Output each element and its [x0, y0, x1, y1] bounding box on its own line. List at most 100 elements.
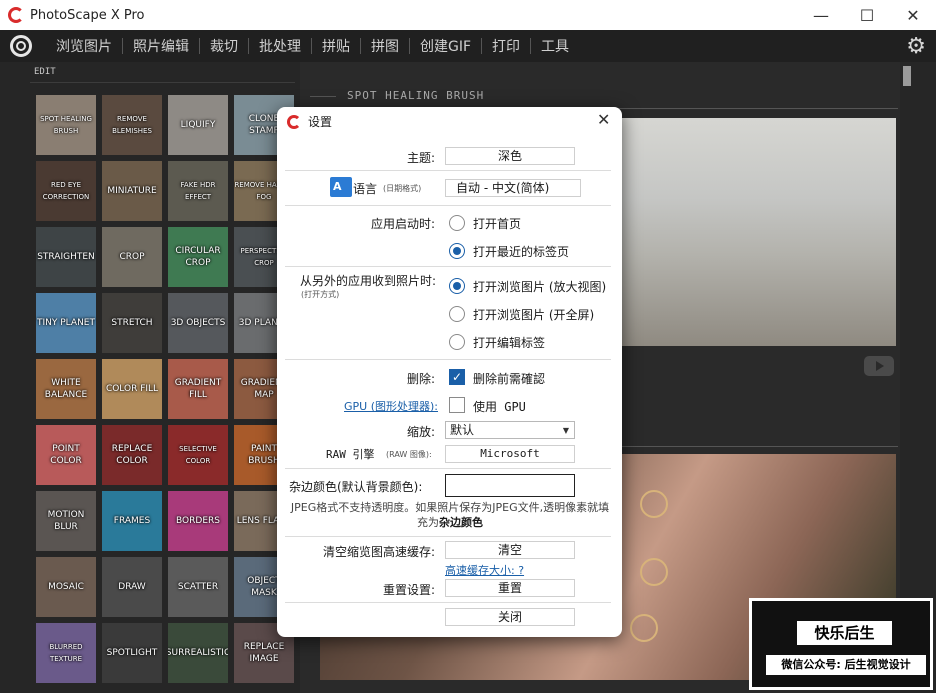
- delete-confirm-label[interactable]: 删除前需確認: [473, 370, 545, 387]
- tool-tile-grid: SPOT HEALING BRUSH REMOVE BLEMISHES LIQUIF…: [36, 95, 306, 683]
- receive-option-zoom[interactable]: 打开浏览图片 (放大视图): [473, 278, 606, 295]
- gpu-link[interactable]: GPU (图形处理器):: [344, 398, 438, 414]
- receive-option-edit[interactable]: 打开编辑标签: [473, 334, 545, 351]
- clear-cache-button[interactable]: 清空: [445, 541, 575, 559]
- tool-tile[interactable]: DRAW: [102, 557, 162, 617]
- spot-marker-icon: [630, 614, 658, 642]
- language-label: 语言: [353, 182, 378, 196]
- title-bar: PhotoScape X Pro — ☐ ✕: [0, 0, 936, 30]
- watermark: 快乐后生 微信公众号: 后生视觉设计: [749, 598, 933, 690]
- divider: [310, 96, 336, 97]
- divider: [285, 266, 611, 267]
- tool-tile[interactable]: GRADIENT FILL: [168, 359, 228, 419]
- tool-tile[interactable]: LIQUIFY: [168, 95, 228, 155]
- close-window-button[interactable]: ✕: [890, 0, 936, 30]
- tool-tile[interactable]: CIRCULAR CROP: [168, 227, 228, 287]
- tool-tile[interactable]: STRETCH: [102, 293, 162, 353]
- watermark-subtitle: 微信公众号: 后生视觉设计: [766, 655, 926, 675]
- menu-print[interactable]: 打印: [482, 36, 530, 56]
- maximize-button[interactable]: ☐: [844, 0, 890, 30]
- menu-create-gif[interactable]: 创建GIF: [410, 36, 481, 56]
- receive-option-edit-radio[interactable]: [449, 334, 465, 350]
- receive-sublabel: (打开方式): [301, 290, 340, 299]
- reset-settings-label: 重置设置:: [382, 583, 435, 597]
- spot-marker-icon: [640, 490, 668, 518]
- tool-tile[interactable]: MOTION BLUR: [36, 491, 96, 551]
- dialog-title: 设置: [308, 115, 333, 129]
- startup-option-home-radio[interactable]: [449, 215, 465, 231]
- menu-browse[interactable]: 浏览图片: [46, 36, 122, 56]
- margin-color-label: 杂边颜色(默认背景颜色):: [289, 480, 423, 494]
- tool-tile[interactable]: CROP: [102, 227, 162, 287]
- menu-photo-edit[interactable]: 照片编辑: [123, 36, 199, 56]
- jpeg-transparency-note: JPEG格式不支持透明度。如果照片保存为JPEG文件,透明像素就填充为杂边颜色: [289, 500, 611, 530]
- home-logo-icon[interactable]: [10, 35, 32, 57]
- spot-marker-icon: [640, 558, 668, 586]
- tool-tile[interactable]: BLURRED TEXTURE: [36, 623, 96, 683]
- tool-tile[interactable]: RED EYE CORRECTION: [36, 161, 96, 221]
- tool-tile[interactable]: SURREALISTIC: [168, 623, 228, 683]
- divider: [30, 82, 295, 83]
- reset-settings-button[interactable]: 重置: [445, 579, 575, 597]
- tool-tile[interactable]: MOSAIC: [36, 557, 96, 617]
- receive-option-fullscreen-radio[interactable]: [449, 306, 465, 322]
- close-dialog-button[interactable]: 关闭: [445, 608, 575, 626]
- tool-tile[interactable]: FAKE HDR EFFECT: [168, 161, 228, 221]
- raw-engine-select[interactable]: Microsoft: [445, 445, 575, 463]
- delete-label: 删除:: [406, 372, 435, 386]
- menu-batch[interactable]: 批处理: [249, 36, 311, 56]
- app-logo-icon: [287, 115, 301, 129]
- tool-tile[interactable]: 3D OBJECTS: [168, 293, 228, 353]
- margin-color-swatch[interactable]: [445, 474, 575, 497]
- gpu-label[interactable]: 使用 GPU: [473, 398, 526, 415]
- menu-collage[interactable]: 拼贴: [312, 36, 360, 56]
- app-logo-icon: [8, 7, 24, 23]
- menu-tools[interactable]: 工具: [531, 36, 579, 56]
- theme-select[interactable]: 深色: [445, 147, 575, 165]
- minimize-button[interactable]: —: [798, 0, 844, 30]
- tool-tile[interactable]: BORDERS: [168, 491, 228, 551]
- receive-label: 从另外的应用收到照片时:: [299, 274, 436, 288]
- cache-size-link[interactable]: 高速缓存大小: ?: [445, 562, 524, 578]
- divider: [285, 536, 611, 537]
- edit-panel: EDIT SPOT HEALING BRUSH REMOVE BLEMISHES L…: [0, 62, 300, 693]
- startup-option-recent[interactable]: 打开最近的标签页: [473, 243, 569, 260]
- tool-tile[interactable]: FRAMES: [102, 491, 162, 551]
- gear-icon[interactable]: ⚙: [906, 34, 926, 59]
- tool-tile[interactable]: TINY PLANET: [36, 293, 96, 353]
- tool-tile[interactable]: POINT COLOR: [36, 425, 96, 485]
- watermark-title: 快乐后生: [797, 621, 892, 645]
- tool-tile[interactable]: REMOVE BLEMISHES: [102, 95, 162, 155]
- tool-tile[interactable]: SPOTLIGHT: [102, 623, 162, 683]
- divider: [285, 602, 611, 603]
- language-select[interactable]: 自动 - 中文(简体): [445, 179, 581, 197]
- language-icon: A文: [330, 177, 352, 213]
- raw-engine-label: RAW 引擎: [326, 448, 375, 461]
- tool-tile[interactable]: MINIATURE: [102, 161, 162, 221]
- play-video-icon[interactable]: [864, 356, 894, 376]
- startup-option-recent-radio[interactable]: [449, 243, 465, 259]
- edit-label: EDIT: [34, 67, 56, 77]
- tool-tile[interactable]: STRAIGHTEN: [36, 227, 96, 287]
- menu-bar: 浏览图片 照片编辑 裁切 批处理 拼贴 拼图 创建GIF 打印 工具 ⚙: [0, 30, 936, 62]
- receive-option-zoom-radio[interactable]: [449, 278, 465, 294]
- tool-tile[interactable]: COLOR FILL: [102, 359, 162, 419]
- menu-crop[interactable]: 裁切: [200, 36, 248, 56]
- tool-tile[interactable]: SELECTIVE COLOR: [168, 425, 228, 485]
- close-icon[interactable]: ✕: [597, 110, 610, 129]
- delete-confirm-checkbox[interactable]: ✓: [449, 369, 465, 385]
- receive-option-fullscreen[interactable]: 打开浏览图片 (开全屏): [473, 306, 594, 323]
- menu-combine[interactable]: 拼图: [361, 36, 409, 56]
- scroll-thumb[interactable]: [903, 66, 911, 86]
- zoom-label: 缩放:: [406, 425, 435, 439]
- tool-tile[interactable]: SPOT HEALING BRUSH: [36, 95, 96, 155]
- startup-option-home[interactable]: 打开首页: [473, 215, 521, 232]
- window-controls: — ☐ ✕: [798, 0, 936, 30]
- tool-tile[interactable]: SCATTER: [168, 557, 228, 617]
- zoom-select[interactable]: 默认: [445, 421, 575, 439]
- tool-tile[interactable]: REPLACE COLOR: [102, 425, 162, 485]
- window-title: PhotoScape X Pro: [30, 7, 145, 23]
- tool-tile[interactable]: WHITE BALANCE: [36, 359, 96, 419]
- gpu-checkbox[interactable]: [449, 397, 465, 413]
- divider: [285, 170, 611, 171]
